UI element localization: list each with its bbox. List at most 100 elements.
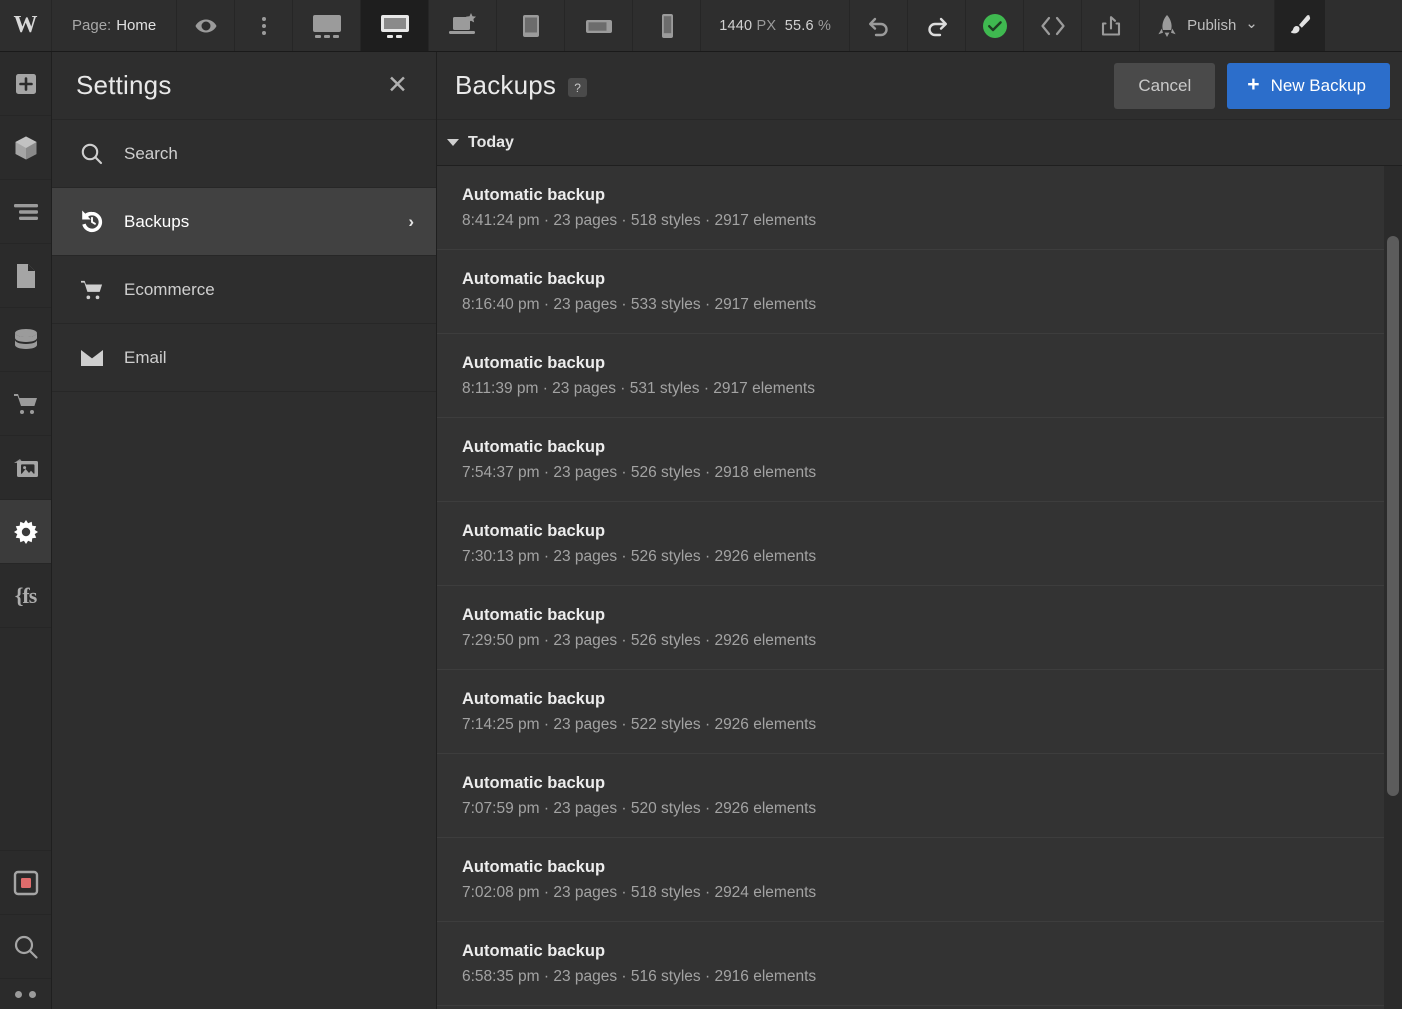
rail-item-search[interactable]	[0, 915, 51, 979]
backup-row-meta: 8:11:39 pm · 23 pages · 531 styles · 291…	[462, 379, 815, 397]
desktop-large-icon	[310, 13, 344, 39]
rail-spacer	[0, 628, 51, 851]
rail-item-settings[interactable]	[0, 500, 51, 564]
eye-icon	[194, 14, 218, 38]
backup-row[interactable]: Automatic backup 7:02:08 pm · 23 pages · …	[437, 838, 1391, 922]
undo-icon	[867, 15, 891, 37]
search-icon	[13, 934, 39, 960]
backups-list: Automatic backup 8:41:24 pm · 23 pages · …	[437, 166, 1402, 1009]
desktop-icon	[378, 13, 412, 39]
rail-item-more[interactable]	[0, 979, 51, 1009]
video-square-icon	[13, 870, 39, 896]
settings-item-email-label: Email	[124, 347, 167, 367]
device-desktop-large-button[interactable]	[293, 0, 362, 51]
section-header-today[interactable]: Today	[437, 120, 1402, 166]
backup-row-title: Automatic backup	[462, 353, 606, 372]
backup-row-meta: 8:41:24 pm · 23 pages · 518 styles · 291…	[462, 211, 817, 229]
page-title: Backups	[455, 70, 557, 100]
backups-header: Backups ? Cancel + New Backup	[437, 52, 1402, 120]
cancel-button[interactable]: Cancel	[1114, 62, 1216, 109]
rail-item-add[interactable]	[0, 52, 51, 116]
backup-row-meta: 7:30:13 pm · 23 pages · 526 styles · 292…	[462, 547, 817, 565]
rail-item-ecommerce[interactable]	[0, 372, 51, 436]
backup-row[interactable]: Automatic backup 7:29:50 pm · 23 pages · …	[437, 586, 1391, 670]
backup-row-meta: 7:02:08 pm · 23 pages · 518 styles · 292…	[462, 883, 817, 901]
settings-panel: Settings ✕ Search Backups › Ecommerce Em…	[52, 52, 437, 1009]
canvas-width-value: 1440	[719, 17, 753, 34]
code-brackets-icon	[1039, 15, 1067, 37]
backup-row[interactable]: Automatic backup 8:41:24 pm · 23 pages · …	[437, 166, 1391, 250]
scrollbar-thumb[interactable]	[1387, 236, 1399, 796]
layers-lines-icon	[13, 203, 39, 221]
logo-glyph: W	[13, 12, 38, 38]
page-name: Home	[116, 17, 157, 34]
undo-button[interactable]	[850, 0, 909, 51]
export-share-icon	[1099, 14, 1123, 38]
rocket-icon	[1156, 14, 1178, 38]
backup-row-title: Automatic backup	[462, 941, 606, 960]
backup-row-title: Automatic backup	[462, 269, 606, 288]
backup-row-title: Automatic backup	[462, 689, 606, 708]
image-stack-icon	[12, 456, 40, 480]
plus-square-icon	[14, 72, 38, 96]
backup-row-title: Automatic backup	[462, 437, 606, 456]
page-selector[interactable]: Page: Home	[52, 0, 178, 51]
export-button[interactable]	[1082, 0, 1141, 51]
laptop-star-icon	[446, 12, 480, 39]
settings-item-email[interactable]: Email	[52, 324, 436, 392]
style-brush-button[interactable]	[1274, 0, 1325, 51]
backup-row[interactable]: Automatic backup 7:14:25 pm · 23 pages · …	[437, 670, 1391, 754]
backup-row[interactable]: Automatic backup 7:07:59 pm · 23 pages · …	[437, 754, 1391, 838]
canvas-width-unit: PX	[756, 17, 777, 34]
paintbrush-icon	[1287, 13, 1313, 39]
device-desktop-starred-button[interactable]	[429, 0, 498, 51]
webflow-logo[interactable]: W	[0, 0, 52, 51]
mobile-portrait-icon	[655, 13, 679, 39]
rail-item-assets[interactable]	[0, 436, 51, 500]
settings-item-ecommerce[interactable]: Ecommerce	[52, 256, 436, 324]
kebab-menu-icon	[261, 15, 267, 37]
rail-item-cms[interactable]	[0, 308, 51, 372]
chevron-down-icon: ⌄	[1245, 14, 1258, 32]
rail-item-variables[interactable]: {fs	[0, 564, 51, 628]
device-desktop-button[interactable]	[361, 0, 430, 51]
publish-button[interactable]: Publish ⌄	[1140, 0, 1275, 51]
more-options-button[interactable]	[235, 0, 294, 51]
redo-button[interactable]	[908, 0, 967, 51]
backup-row[interactable]: Automatic backup 7:30:13 pm · 23 pages · …	[437, 502, 1391, 586]
search-icon	[80, 142, 124, 166]
scrollbar-track[interactable]	[1384, 166, 1402, 1009]
rail-item-navigator[interactable]	[0, 180, 51, 244]
canvas-size-zoom[interactable]: 1440 PX 55.6 %	[701, 0, 851, 51]
fs-braces-icon: {fs	[14, 582, 38, 608]
backup-row[interactable]: Automatic backup 6:58:35 pm · 23 pages · …	[437, 922, 1391, 1006]
settings-item-search[interactable]: Search	[52, 120, 436, 188]
backup-row-meta: 7:54:37 pm · 23 pages · 526 styles · 291…	[462, 463, 817, 481]
rail-item-pages[interactable]	[0, 244, 51, 308]
rail-item-symbols[interactable]	[0, 116, 51, 180]
rail-item-video[interactable]	[0, 851, 51, 915]
device-tablet-button[interactable]	[497, 0, 566, 51]
close-icon[interactable]: ✕	[383, 71, 412, 100]
code-view-button[interactable]	[1024, 0, 1083, 51]
zoom-unit: %	[818, 17, 832, 34]
new-backup-button[interactable]: + New Backup	[1227, 62, 1390, 109]
backup-row[interactable]: Automatic backup 8:16:40 pm · 23 pages · …	[437, 250, 1391, 334]
backup-row[interactable]: Automatic backup 7:54:37 pm · 23 pages · …	[437, 418, 1391, 502]
cube-icon	[13, 135, 39, 161]
settings-item-search-label: Search	[124, 143, 178, 163]
chevron-right-icon: ›	[408, 211, 414, 231]
backup-row-meta: 8:16:40 pm · 23 pages · 533 styles · 291…	[462, 295, 817, 313]
backups-panel: Backups ? Cancel + New Backup Today Auto…	[437, 52, 1402, 1009]
help-icon[interactable]: ?	[568, 78, 588, 97]
settings-item-backups[interactable]: Backups ›	[52, 188, 436, 256]
shopping-cart-icon	[13, 392, 39, 416]
device-mobile-portrait-button[interactable]	[633, 0, 702, 51]
database-icon	[13, 328, 39, 352]
backup-row[interactable]: Automatic backup 8:11:39 pm · 23 pages · …	[437, 334, 1391, 418]
save-status-indicator[interactable]	[966, 0, 1025, 51]
device-mobile-landscape-button[interactable]	[565, 0, 634, 51]
preview-toggle[interactable]	[177, 0, 236, 51]
settings-item-backups-label: Backups	[124, 211, 190, 231]
backup-row-title: Automatic backup	[462, 185, 606, 204]
